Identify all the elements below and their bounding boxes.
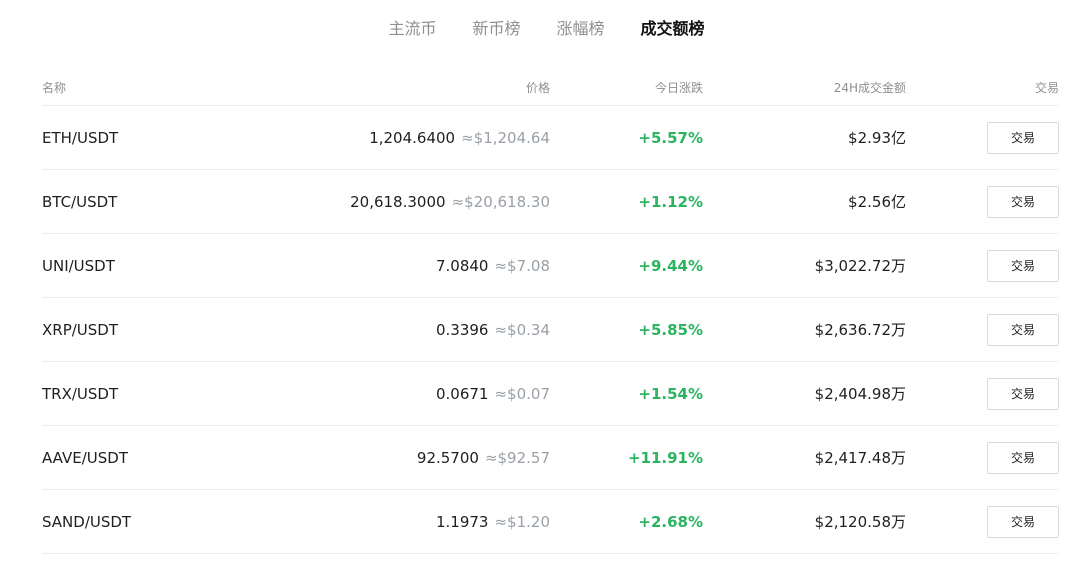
daily-change: +5.57% — [638, 128, 703, 147]
table-row[interactable]: TRX/USDT 0.0671 ≈$0.07 +1.54% $2,404.98万 … — [42, 362, 1059, 426]
pair-name: BTC/USDT — [42, 192, 118, 211]
daily-change: +9.44% — [638, 256, 703, 275]
tab-new-coins[interactable]: 新币榜 — [472, 16, 520, 42]
trade-button[interactable]: 交易 — [987, 505, 1059, 538]
price-usd-equivalent: ≈$0.07 — [494, 384, 550, 403]
trade-button[interactable]: 交易 — [987, 441, 1059, 474]
trade-button[interactable]: 交易 — [987, 249, 1059, 282]
pair-name: ETH/USDT — [42, 128, 119, 147]
header-price: 价格 — [525, 81, 550, 95]
daily-change: +2.68% — [638, 512, 703, 531]
pair-name: AAVE/USDT — [42, 448, 128, 467]
table-row[interactable]: SAND/USDT 1.1973 ≈$1.20 +2.68% $2,120.58万… — [42, 490, 1059, 554]
tab-volume[interactable]: 成交额榜 — [641, 16, 705, 42]
table-row[interactable]: XRP/USDT 0.3396 ≈$0.34 +5.85% $2,636.72万 … — [42, 298, 1059, 362]
price-usd-equivalent: ≈$0.34 — [494, 320, 550, 339]
trade-button[interactable]: 交易 — [987, 313, 1059, 346]
price-usd-equivalent: ≈$20,618.30 — [451, 192, 550, 211]
price-value: 20,618.3000 — [350, 192, 446, 211]
price-value: 7.0840 — [435, 256, 489, 275]
header-name: 名称 — [42, 81, 67, 95]
volume-24h: $2.56亿 — [848, 193, 906, 211]
daily-change: +5.85% — [638, 320, 703, 339]
table-header: 名称 价格 今日涨跌 24H成交金额 交易 — [42, 70, 1059, 106]
header-change: 今日涨跌 — [654, 81, 703, 95]
price-value: 92.5700 — [416, 448, 479, 467]
tab-gainers[interactable]: 涨幅榜 — [557, 16, 605, 42]
volume-24h: $3,022.72万 — [814, 257, 906, 275]
ranking-tabs: 主流币 新币榜 涨幅榜 成交额榜 — [0, 16, 1081, 42]
header-trade: 交易 — [1034, 81, 1059, 95]
volume-24h: $2.93亿 — [848, 129, 906, 147]
price-value: 1,204.6400 — [369, 128, 456, 147]
volume-24h: $2,404.98万 — [814, 385, 906, 403]
price-usd-equivalent: ≈$92.57 — [484, 448, 550, 467]
price-usd-equivalent: ≈$1,204.64 — [461, 128, 550, 147]
trade-button[interactable]: 交易 — [987, 377, 1059, 410]
price-value: 0.3396 — [435, 320, 489, 339]
volume-24h: $2,417.48万 — [814, 449, 906, 467]
daily-change: +1.12% — [638, 192, 703, 211]
pair-name: UNI/USDT — [42, 256, 115, 275]
volume-24h: $2,636.72万 — [814, 321, 906, 339]
table-row[interactable]: ETH/USDT 1,204.6400 ≈$1,204.64 +5.57% $2.… — [42, 106, 1059, 170]
tab-mainstream[interactable]: 主流币 — [388, 16, 436, 42]
table-row[interactable]: AAVE/USDT 92.5700 ≈$92.57 +11.91% $2,417.… — [42, 426, 1059, 490]
header-volume: 24H成交金额 — [833, 81, 906, 95]
volume-24h: $2,120.58万 — [814, 513, 906, 531]
daily-change: +11.91% — [627, 448, 703, 467]
pair-name: TRX/USDT — [42, 384, 119, 403]
table-row[interactable]: BTC/USDT 20,618.3000 ≈$20,618.30 +1.12% $… — [42, 170, 1059, 234]
trade-button[interactable]: 交易 — [987, 121, 1059, 154]
pair-name: SAND/USDT — [42, 512, 132, 531]
price-usd-equivalent: ≈$1.20 — [494, 512, 550, 531]
trade-button[interactable]: 交易 — [987, 185, 1059, 218]
table-row[interactable]: UNI/USDT 7.0840 ≈$7.08 +9.44% $3,022.72万 … — [42, 234, 1059, 298]
price-value: 0.0671 — [435, 384, 489, 403]
pair-name: XRP/USDT — [42, 320, 119, 339]
market-table: 名称 价格 今日涨跌 24H成交金额 交易 ETH/USDT 1,204.640… — [42, 70, 1059, 554]
daily-change: +1.54% — [638, 384, 703, 403]
price-usd-equivalent: ≈$7.08 — [494, 256, 550, 275]
price-value: 1.1973 — [435, 512, 489, 531]
